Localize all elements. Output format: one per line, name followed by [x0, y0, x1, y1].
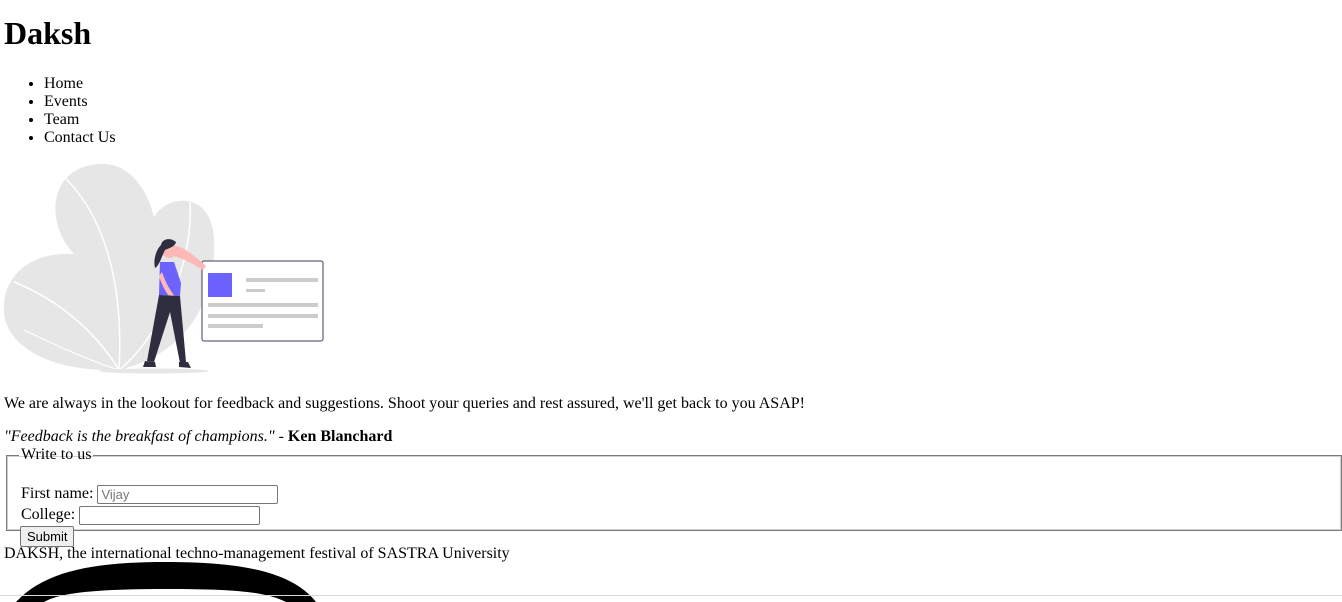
- submit-button[interactable]: Submit: [20, 526, 75, 547]
- college-input[interactable]: [79, 505, 261, 525]
- intro-text: We are always in the lookout for feedbac…: [4, 395, 805, 412]
- contact-form: Write to us First name: College: Submit: [6, 446, 1342, 547]
- first-name-label: First name:: [21, 485, 94, 502]
- nav-item-contact-us[interactable]: Contact Us: [44, 129, 116, 147]
- site-title: Daksh: [4, 15, 92, 51]
- first-name-row: First name:: [21, 484, 279, 504]
- form-legend: Write to us: [21, 446, 92, 463]
- footer-text: DAKSH, the international techno-manageme…: [4, 545, 510, 562]
- quote-separator: -: [274, 428, 288, 445]
- nav-item-events[interactable]: Events: [44, 93, 116, 111]
- first-name-input[interactable]: [97, 484, 279, 504]
- main-nav: Home Events Team Contact Us: [4, 75, 116, 147]
- college-row: College:: [21, 505, 261, 525]
- feedback-quote: "Feedback is the breakfast of champions.…: [4, 428, 392, 446]
- quote-text: "Feedback is the breakfast of champions.…: [4, 428, 275, 445]
- nav-item-home[interactable]: Home: [44, 75, 116, 93]
- nav-item-team[interactable]: Team: [44, 111, 116, 129]
- card-accent-square: [208, 273, 232, 297]
- quote-author: Ken Blanchard: [287, 428, 393, 445]
- college-label: College:: [21, 506, 76, 523]
- bottom-divider: [0, 595, 1342, 596]
- daksh-logo-icon: [16, 562, 316, 602]
- hero-illustration: [4, 163, 324, 374]
